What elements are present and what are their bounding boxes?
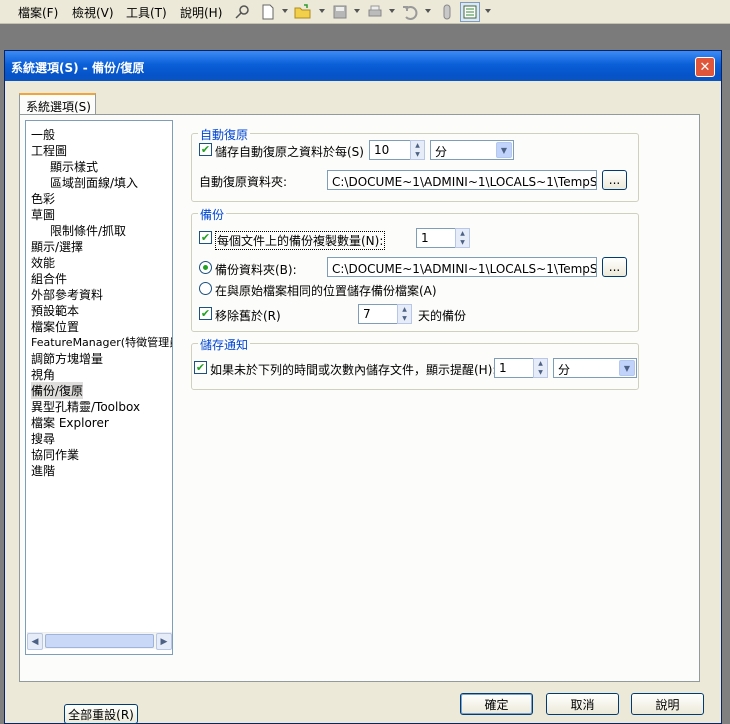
tree-item[interactable]: FeatureManager(特徵管理員 bbox=[31, 334, 172, 350]
horizontal-scrollbar[interactable]: ◀ ▶ bbox=[27, 632, 172, 650]
tree-item[interactable]: 限制條件/抓取 bbox=[50, 222, 126, 239]
cancel-button[interactable]: 取消 bbox=[546, 693, 619, 715]
tab-system-options[interactable]: 系統選項(S) bbox=[19, 93, 96, 115]
options-icon[interactable] bbox=[460, 2, 480, 22]
backup-copies-label: 每個文件上的備份複製數量(N): bbox=[215, 231, 386, 250]
help-button[interactable]: 說明 bbox=[631, 693, 704, 715]
reset-all-button[interactable]: 全部重設(R) bbox=[64, 704, 138, 724]
ok-button[interactable]: 確定 bbox=[460, 693, 533, 715]
menu-view[interactable]: 檢視(V) bbox=[72, 4, 114, 21]
tree-item-selected[interactable]: 備份/復原 bbox=[31, 382, 84, 399]
interval-spinner[interactable]: ▲ ▼ bbox=[410, 140, 425, 160]
autorecover-folder-input[interactable]: C:\DOCUME~1\ADMINI~1\LOCALS~1\TempSW備份目 bbox=[327, 170, 597, 190]
tree-item[interactable]: 進階 bbox=[31, 462, 55, 479]
undo-icon[interactable] bbox=[400, 2, 420, 22]
close-button[interactable]: ✕ bbox=[695, 57, 715, 77]
backup-folder-input[interactable]: C:\DOCUME~1\ADMINI~1\LOCALS~1\TempSW備份目 bbox=[327, 257, 597, 277]
tree-item[interactable]: 工程圖 bbox=[31, 142, 67, 159]
open-folder-icon[interactable] bbox=[293, 2, 313, 22]
interval-unit-select[interactable]: 分 ▼ bbox=[430, 140, 514, 160]
autorecover-browse-button[interactable]: ... bbox=[602, 170, 627, 190]
backup-browse-button[interactable]: ... bbox=[602, 257, 627, 277]
remove-old-checkbox[interactable]: ✔ bbox=[199, 307, 212, 320]
tree-item[interactable]: 調節方塊增量 bbox=[31, 350, 103, 367]
autorecover-checkbox[interactable]: ✔ bbox=[199, 143, 212, 156]
backup-folder-radio[interactable] bbox=[199, 261, 212, 274]
dialog-title: 系統選項(S) - 備份/復原 bbox=[11, 61, 145, 75]
close-icon: ✕ bbox=[699, 59, 711, 75]
backup-folder-label: 備份資料夾(B): bbox=[215, 263, 297, 277]
menu-file[interactable]: 檔案(F) bbox=[18, 4, 58, 21]
tree-item[interactable]: 顯示樣式 bbox=[50, 158, 98, 175]
scroll-right-icon[interactable]: ▶ bbox=[156, 633, 172, 650]
tree-item[interactable]: 區域剖面線/填入 bbox=[50, 174, 138, 191]
chevron-down-icon[interactable] bbox=[425, 9, 431, 13]
tree-item[interactable]: 預設範本 bbox=[31, 302, 79, 319]
save-notify-input[interactable]: 1 bbox=[494, 358, 534, 378]
tree-item[interactable]: 草圖 bbox=[31, 206, 55, 223]
print-icon[interactable] bbox=[365, 2, 385, 22]
new-document-icon[interactable] bbox=[258, 2, 278, 22]
autorecover-interval-input[interactable]: 10 bbox=[369, 140, 411, 160]
chevron-down-icon[interactable] bbox=[354, 9, 360, 13]
pin-icon[interactable] bbox=[232, 2, 252, 22]
tree-item[interactable]: 檔案位置 bbox=[31, 318, 79, 335]
group-legend: 自動復原 bbox=[198, 126, 251, 143]
tree-item[interactable]: 顯示/選擇 bbox=[31, 238, 83, 255]
chevron-down-icon[interactable] bbox=[389, 9, 395, 13]
menu-help[interactable]: 說明(H) bbox=[180, 4, 222, 21]
options-tree[interactable]: 一般 工程圖 顯示樣式 區域剖面線/填入 色彩 草圖 限制條件/抓取 顯示/選擇… bbox=[25, 120, 173, 655]
tree-item[interactable]: 組合件 bbox=[31, 270, 67, 287]
save-notify-label: 如果未於下列的時間或次數內儲存文件，顯示提醒(H): bbox=[210, 363, 497, 377]
system-options-dialog: 系統選項(S) - 備份/復原 ✕ 系統選項(S) 一般 工程圖 顯示樣式 區域… bbox=[4, 50, 722, 724]
scroll-thumb[interactable] bbox=[45, 634, 154, 648]
autorecover-label: 儲存自動復原之資料於每(S) bbox=[215, 145, 364, 159]
tree-item[interactable]: 視角 bbox=[31, 366, 55, 383]
notify-unit-value: 分 bbox=[558, 363, 571, 377]
chevron-down-icon: ▼ bbox=[619, 360, 635, 376]
save-icon[interactable] bbox=[330, 2, 350, 22]
notify-unit-select[interactable]: 分 ▼ bbox=[553, 358, 637, 378]
chevron-down-icon[interactable] bbox=[282, 9, 288, 13]
autorecover-folder-label: 自動復原資料夾: bbox=[199, 175, 288, 189]
group-legend: 儲存通知 bbox=[198, 336, 251, 353]
tree-item[interactable]: 一般 bbox=[31, 126, 55, 143]
chevron-down-icon[interactable] bbox=[485, 9, 491, 13]
chevron-down-icon[interactable] bbox=[319, 9, 325, 13]
backup-copies-checkbox[interactable]: ✔ bbox=[199, 231, 212, 244]
tree-item[interactable]: 搜尋 bbox=[31, 430, 55, 447]
same-location-radio[interactable] bbox=[199, 282, 212, 295]
remove-old-label: 移除舊於(R) bbox=[215, 309, 281, 323]
tree-item[interactable]: 效能 bbox=[31, 254, 55, 271]
notify-spinner[interactable]: ▲ ▼ bbox=[533, 358, 548, 378]
same-location-label: 在與原始檔案相同的位置儲存備份檔案(A) bbox=[215, 284, 437, 298]
background-area bbox=[0, 24, 730, 50]
traffic-light-icon[interactable] bbox=[437, 2, 457, 22]
copies-spinner[interactable]: ▲ ▼ bbox=[455, 228, 470, 248]
interval-unit-value: 分 bbox=[435, 145, 448, 159]
title-bar[interactable]: 系統選項(S) - 備份/復原 ✕ bbox=[5, 51, 721, 81]
save-notify-checkbox[interactable]: ✔ bbox=[194, 361, 207, 374]
tree-item[interactable]: 異型孔精靈/Toolbox bbox=[31, 398, 140, 415]
group-legend: 備份 bbox=[198, 206, 227, 223]
tree-item[interactable]: 協同作業 bbox=[31, 446, 79, 463]
options-panel: 一般 工程圖 顯示樣式 區域剖面線/填入 色彩 草圖 限制條件/抓取 顯示/選擇… bbox=[19, 114, 700, 724]
menu-tools[interactable]: 工具(T) bbox=[126, 4, 167, 21]
tree-item[interactable]: 檔案 Explorer bbox=[31, 414, 109, 431]
days-suffix-label: 天的備份 bbox=[418, 309, 467, 323]
tree-item[interactable]: 色彩 bbox=[31, 190, 55, 207]
scroll-left-icon[interactable]: ◀ bbox=[27, 633, 43, 650]
menu-bar: 檔案(F) 檢視(V) 工具(T) 說明(H) bbox=[0, 0, 730, 24]
chevron-down-icon: ▼ bbox=[496, 142, 512, 158]
tree-item[interactable]: 外部參考資料 bbox=[31, 286, 103, 303]
days-spinner[interactable]: ▲ ▼ bbox=[397, 304, 412, 324]
backup-copies-input[interactable]: 1 bbox=[416, 228, 456, 248]
remove-days-input[interactable]: 7 bbox=[358, 304, 398, 324]
